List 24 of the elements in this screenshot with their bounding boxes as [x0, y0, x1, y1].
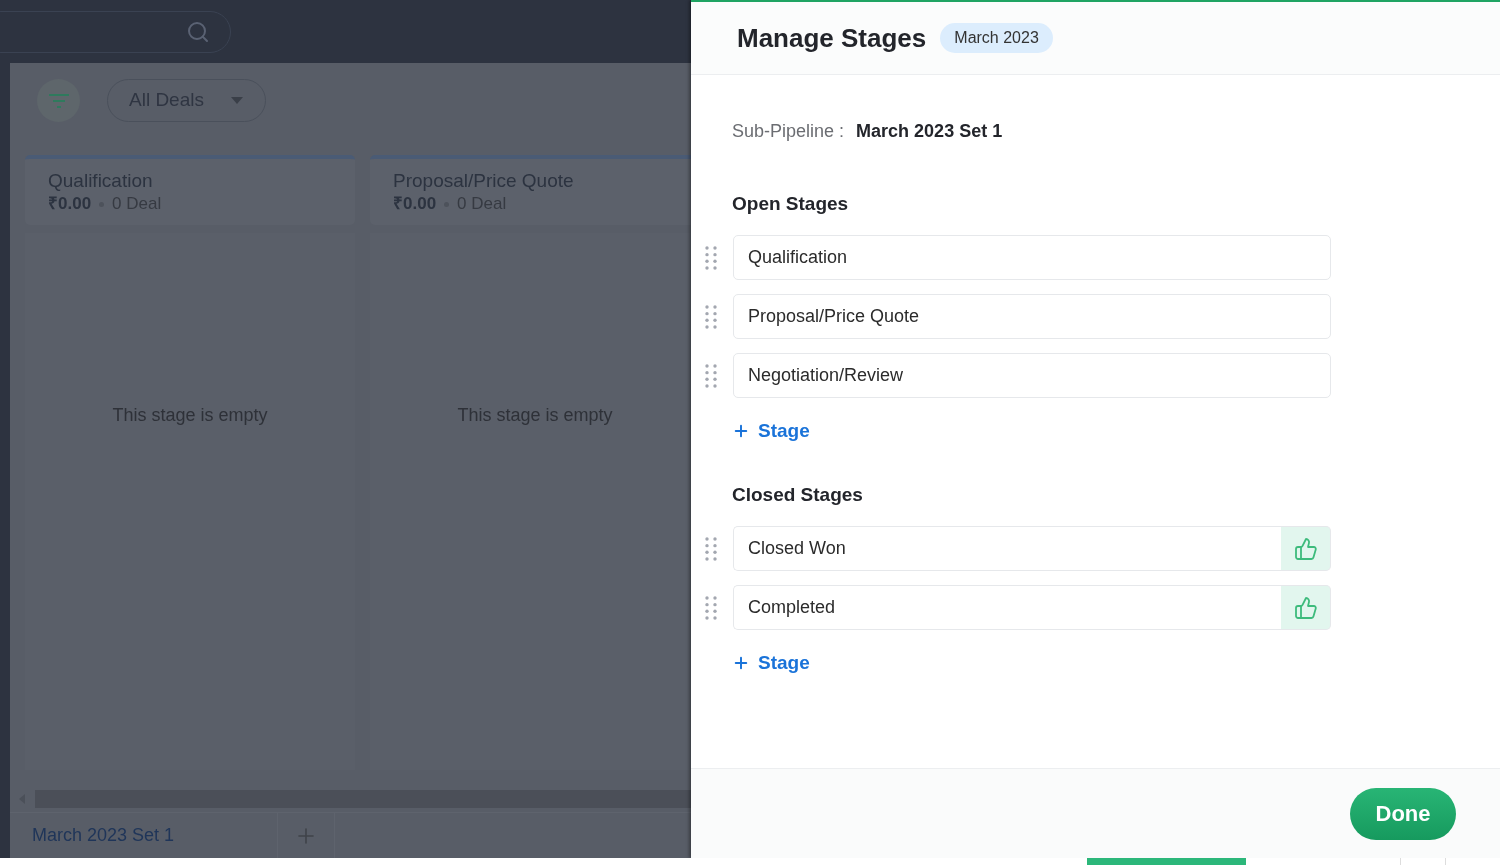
- search-icon[interactable]: [186, 19, 210, 44]
- add-stage-button[interactable]: Stage: [732, 417, 810, 445]
- search-field[interactable]: [0, 10, 231, 53]
- drag-handle-icon[interactable]: [705, 536, 717, 561]
- horizontal-scrollbar[interactable]: [35, 790, 691, 808]
- sub-pipeline-label: Sub-Pipeline :: [732, 119, 845, 143]
- add-stage-button[interactable]: Stage: [732, 649, 810, 677]
- drag-handle-icon[interactable]: [705, 363, 717, 388]
- caret-icon: [231, 97, 243, 104]
- section-heading: Open Stages: [732, 192, 849, 216]
- plus-icon: [732, 422, 750, 440]
- filter-button[interactable]: [37, 79, 80, 122]
- stage-name-field[interactable]: Qualification: [733, 235, 1331, 280]
- plus-icon: [732, 654, 750, 672]
- filter-icon: [48, 93, 69, 108]
- drag-handle-icon[interactable]: [705, 595, 717, 620]
- period-badge: March 2023: [940, 23, 1053, 53]
- stage-name-field[interactable]: Negotiation/Review: [733, 353, 1331, 398]
- section-heading: Closed Stages: [732, 483, 863, 507]
- stage-name-field[interactable]: Proposal/Price Quote: [733, 294, 1331, 339]
- panel-title: Manage Stages: [737, 21, 927, 55]
- sub-pipeline-value: March 2023 Set 1: [856, 119, 1003, 143]
- drag-handle-icon[interactable]: [705, 245, 717, 270]
- drag-handle-icon[interactable]: [705, 304, 717, 329]
